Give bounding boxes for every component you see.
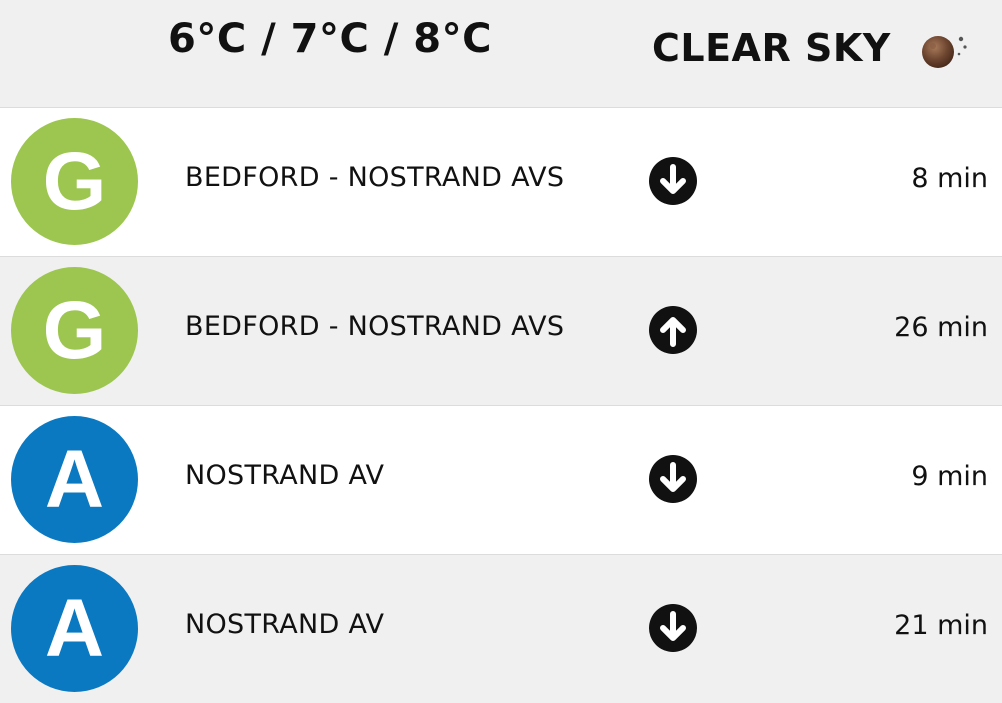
station-name: BEDFORD - NOSTRAND AVS <box>185 311 565 342</box>
eta-time: 21 min <box>894 610 988 641</box>
arrivals-list: G BEDFORD - NOSTRAND AVS 8 min G BEDFORD… <box>0 108 1002 703</box>
arrow-down-circle-icon <box>649 455 697 503</box>
arrow-down-circle-icon <box>649 157 697 205</box>
station-name: BEDFORD - NOSTRAND AVS <box>185 162 565 193</box>
weather-header: 6°C / 7°C / 8°C CLEAR SKY <box>0 0 1002 108</box>
arrival-row[interactable]: A NOSTRAND AV 21 min <box>0 555 1002 703</box>
eta-time: 26 min <box>894 312 988 343</box>
arrow-up-circle-icon <box>649 306 697 354</box>
station-name: NOSTRAND AV <box>185 609 385 640</box>
temperature-range: 6°C / 7°C / 8°C <box>168 16 492 62</box>
route-badge-a: A <box>11 565 138 692</box>
route-badge-a: A <box>11 416 138 543</box>
eta-time: 9 min <box>911 461 988 492</box>
clear-sky-night-icon <box>922 36 967 68</box>
arrival-row[interactable]: A NOSTRAND AV 9 min <box>0 406 1002 555</box>
eta-time: 8 min <box>911 163 988 194</box>
route-badge-g: G <box>11 267 138 394</box>
station-name: NOSTRAND AV <box>185 460 385 491</box>
route-badge-g: G <box>11 118 138 245</box>
arrow-down-circle-icon <box>649 604 697 652</box>
weather-condition: CLEAR SKY <box>652 26 891 70</box>
arrival-row[interactable]: G BEDFORD - NOSTRAND AVS 26 min <box>0 257 1002 406</box>
arrival-row[interactable]: G BEDFORD - NOSTRAND AVS 8 min <box>0 108 1002 257</box>
